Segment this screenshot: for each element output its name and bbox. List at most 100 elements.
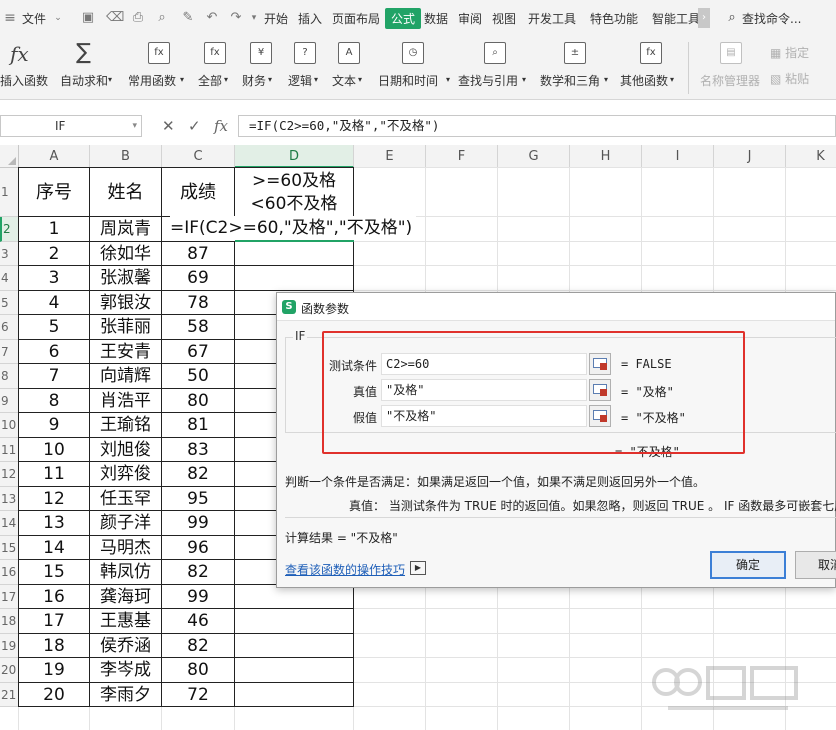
param-input-test[interactable]: C2>=60: [381, 353, 587, 375]
cancel-icon[interactable]: ✕: [162, 117, 175, 135]
autosum-button[interactable]: ∑ 自动求和 ▾: [58, 40, 122, 96]
cell-score[interactable]: 83: [162, 437, 235, 462]
row-header[interactable]: 21: [0, 682, 19, 707]
date-time-button[interactable]: ◷ 日期和时间 ▾: [376, 40, 456, 96]
cell-name[interactable]: 任玉罕: [90, 486, 162, 511]
row-header[interactable]: 8: [0, 364, 19, 389]
row-header[interactable]: 15: [0, 535, 19, 560]
cell-score[interactable]: 99: [162, 584, 235, 609]
cell-no[interactable]: 3: [19, 266, 90, 291]
column-header-c[interactable]: C: [162, 145, 235, 168]
cell-result[interactable]: [235, 266, 354, 291]
tab-data[interactable]: 数据: [424, 10, 448, 27]
cell-score[interactable]: 72: [162, 682, 235, 707]
row-header[interactable]: 3: [0, 241, 19, 266]
cell-no[interactable]: 10: [19, 437, 90, 462]
redo-icon[interactable]: ↷: [228, 10, 244, 26]
dialog-titlebar[interactable]: S 函数参数: [277, 293, 835, 321]
confirm-icon[interactable]: ✓: [188, 117, 201, 135]
cell-no[interactable]: 13: [19, 511, 90, 536]
row-header[interactable]: 6: [0, 315, 19, 340]
logical-button[interactable]: ? 逻辑 ▾: [286, 40, 330, 96]
cell-score[interactable]: 82: [162, 462, 235, 487]
row-header[interactable]: 12: [0, 462, 19, 487]
column-header-e[interactable]: E: [354, 145, 426, 168]
row-header[interactable]: 5: [0, 290, 19, 315]
search-icon[interactable]: ⌕: [724, 10, 740, 26]
cell-name[interactable]: 王惠基: [90, 609, 162, 634]
tab-review[interactable]: 审阅: [458, 10, 482, 27]
tab-insert[interactable]: 插入: [298, 10, 322, 27]
all-functions-button[interactable]: fx 全部 ▾: [194, 40, 238, 96]
cell-score[interactable]: 82: [162, 633, 235, 658]
insert-function-button[interactable]: fx 插入函数: [0, 40, 52, 96]
cell-no[interactable]: 4: [19, 290, 90, 315]
cell-no[interactable]: 20: [19, 682, 90, 707]
cell-score[interactable]: 78: [162, 290, 235, 315]
name-box[interactable]: IF ▾: [0, 115, 142, 137]
tab-page-layout[interactable]: 页面布局: [332, 10, 380, 27]
print-preview-icon[interactable]: ⌕: [154, 10, 170, 26]
cell-score[interactable]: 95: [162, 486, 235, 511]
cell-score[interactable]: 46: [162, 609, 235, 634]
row-header[interactable]: 9: [0, 388, 19, 413]
format-painter-icon[interactable]: ✎: [180, 10, 196, 26]
header-cell-score[interactable]: 成绩: [162, 168, 235, 217]
cell-no[interactable]: 19: [19, 658, 90, 683]
select-all-corner[interactable]: [0, 145, 19, 168]
search-commands[interactable]: 查找命令...: [742, 10, 801, 27]
column-header-b[interactable]: B: [90, 145, 162, 168]
cell-score[interactable]: 80: [162, 658, 235, 683]
cell-no[interactable]: 1: [19, 217, 90, 242]
row-header[interactable]: 18: [0, 609, 19, 634]
row-header[interactable]: 19: [0, 633, 19, 658]
file-menu[interactable]: 文件: [22, 10, 46, 27]
row-header[interactable]: 17: [0, 584, 19, 609]
cell-score[interactable]: 69: [162, 266, 235, 291]
cell-no[interactable]: 8: [19, 388, 90, 413]
cell-name[interactable]: 韩凤仿: [90, 560, 162, 585]
tab-view[interactable]: 视图: [492, 10, 516, 27]
cell-name[interactable]: 马明杰: [90, 535, 162, 560]
row-header[interactable]: 10: [0, 413, 19, 438]
cell-no[interactable]: 6: [19, 339, 90, 364]
formula-input[interactable]: =IF(C2>=60,"及格","不及格"): [238, 115, 836, 137]
row-header[interactable]: 20: [0, 658, 19, 683]
hamburger-icon[interactable]: ≡: [2, 10, 18, 26]
cell-score[interactable]: 87: [162, 241, 235, 266]
cell-score[interactable]: 80: [162, 388, 235, 413]
cell-score[interactable]: 99: [162, 511, 235, 536]
row-header[interactable]: 13: [0, 486, 19, 511]
cell-no[interactable]: 12: [19, 486, 90, 511]
cell-no[interactable]: 18: [19, 633, 90, 658]
chevron-down-icon[interactable]: ⌄: [50, 10, 66, 26]
cell-no[interactable]: 7: [19, 364, 90, 389]
range-select-icon[interactable]: [589, 379, 611, 401]
cell-name[interactable]: 刘旭俊: [90, 437, 162, 462]
cell-score[interactable]: 67: [162, 339, 235, 364]
row-header[interactable]: 1: [0, 168, 19, 217]
cell-no[interactable]: 2: [19, 241, 90, 266]
name-manager-button[interactable]: ▤ 名称管理器: [700, 40, 762, 96]
save-icon[interactable]: ▣: [80, 10, 96, 26]
cut-icon[interactable]: ⌫: [106, 10, 124, 26]
header-cell-rule[interactable]: >=60及格 <60不及格: [235, 168, 354, 217]
cell-score[interactable]: 82: [162, 560, 235, 585]
column-header-d[interactable]: D: [235, 145, 354, 168]
cell-name[interactable]: 王安青: [90, 339, 162, 364]
cell-name[interactable]: 周岚青: [90, 217, 162, 242]
cell-result[interactable]: [235, 241, 354, 266]
cell-name[interactable]: 向靖辉: [90, 364, 162, 389]
cell-name[interactable]: 李雨夕: [90, 682, 162, 707]
print-icon[interactable]: ⎙: [130, 10, 146, 26]
range-select-icon[interactable]: [589, 353, 611, 375]
cell-name[interactable]: 龚海珂: [90, 584, 162, 609]
row-header[interactable]: 2: [0, 217, 19, 242]
cell-editor[interactable]: =IF(C2>=60,"及格","不及格"): [170, 216, 417, 241]
column-header-h[interactable]: H: [570, 145, 642, 168]
paste-names-button[interactable]: ▧ 粘贴: [770, 70, 809, 87]
quick-access-more-icon[interactable]: ▾: [246, 10, 262, 26]
cell-no[interactable]: 5: [19, 315, 90, 340]
cell-no[interactable]: 11: [19, 462, 90, 487]
function-help-link[interactable]: 查看该函数的操作技巧: [285, 561, 405, 578]
